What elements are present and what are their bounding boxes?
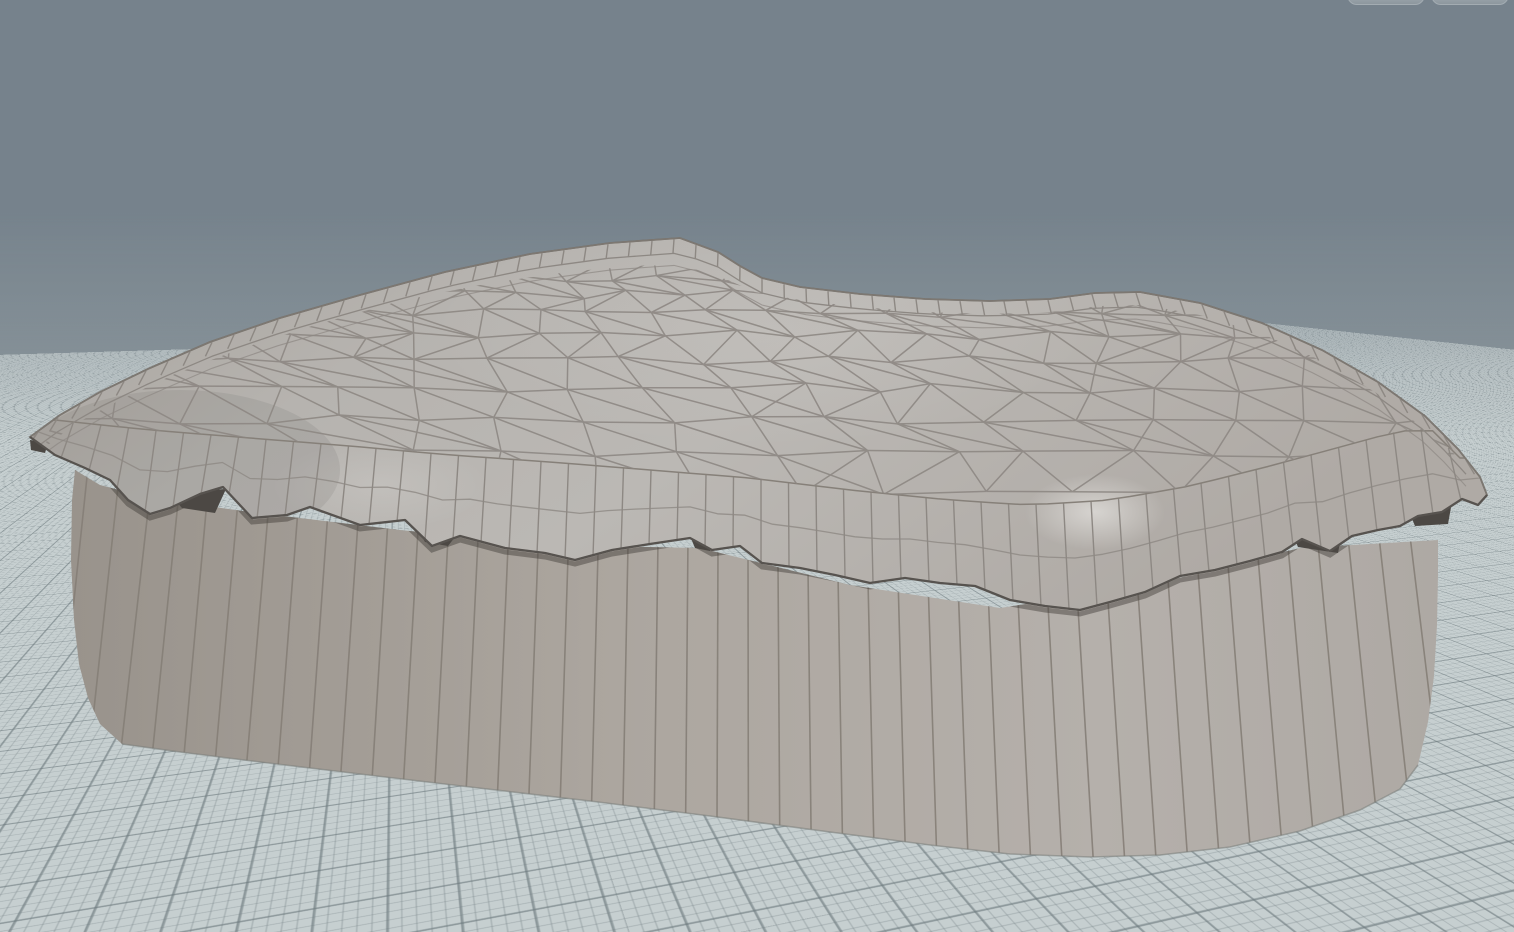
toolbar-button-right[interactable] <box>1431 0 1509 5</box>
viewport-3d[interactable] <box>0 0 1514 932</box>
toolbar-button-left[interactable] <box>1347 0 1425 5</box>
mesh-object[interactable] <box>0 0 1514 932</box>
